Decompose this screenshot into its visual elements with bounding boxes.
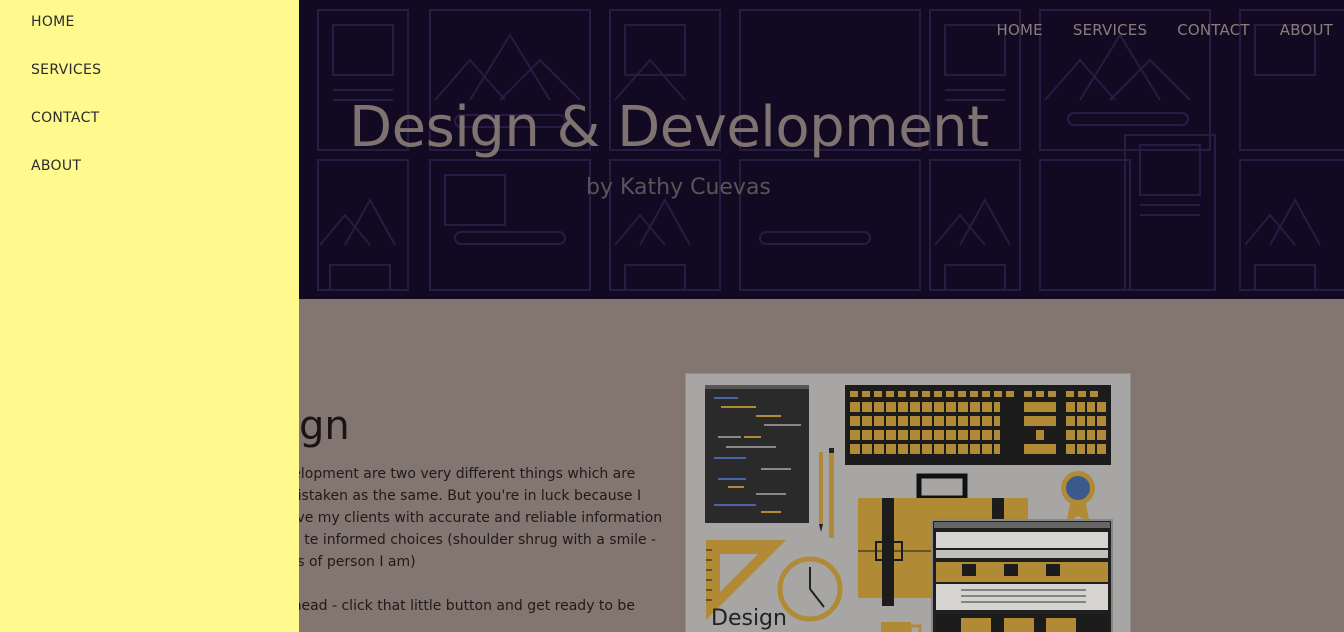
top-nav-contact[interactable]: CONTACT xyxy=(1177,21,1250,39)
section-paragraph-2: ahead - click that little button and get… xyxy=(284,598,635,614)
section-body: velopment are two very different things … xyxy=(284,463,664,632)
top-navigation: HOME SERVICES CONTACT ABOUT xyxy=(967,21,1344,39)
drawer-item-about[interactable]: ABOUT xyxy=(31,158,81,174)
drawer-item-home[interactable]: HOME xyxy=(31,14,75,30)
workspace-illustration xyxy=(705,385,1113,632)
illustration-caption: Design xyxy=(711,606,787,631)
design-illustration: Design xyxy=(685,373,1131,632)
top-nav-home[interactable]: HOME xyxy=(997,21,1043,39)
side-drawer-menu: HOME SERVICES CONTACT ABOUT xyxy=(0,0,299,632)
section-paragraph-1: velopment are two very different things … xyxy=(284,466,663,570)
page-subtitle: by Kathy Cuevas xyxy=(586,175,771,200)
page-title: Design & Development xyxy=(349,95,989,160)
drawer-item-services[interactable]: SERVICES xyxy=(31,62,101,78)
top-nav-about[interactable]: ABOUT xyxy=(1280,21,1333,39)
top-nav-services[interactable]: SERVICES xyxy=(1073,21,1147,39)
section-heading: gn xyxy=(299,403,350,449)
drawer-item-contact[interactable]: CONTACT xyxy=(31,110,100,126)
